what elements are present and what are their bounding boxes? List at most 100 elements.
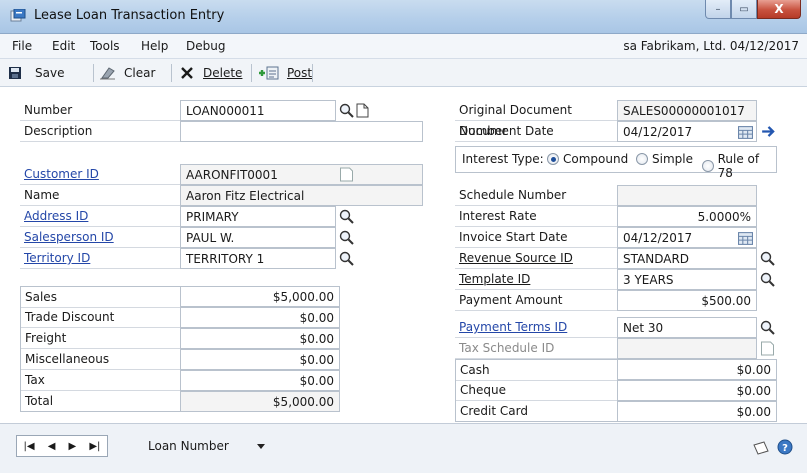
delete-button[interactable]: Delete bbox=[180, 63, 242, 83]
first-record-icon[interactable]: |◀ bbox=[24, 441, 35, 452]
window-titlebar[interactable]: Lease Loan Transaction Entry – ▭ X bbox=[0, 0, 807, 34]
help-icon[interactable]: ? bbox=[777, 439, 793, 455]
post-label: Post bbox=[287, 66, 313, 80]
cheque-field[interactable]: $0.00 bbox=[617, 380, 777, 401]
menu-edit[interactable]: Edit bbox=[52, 39, 75, 53]
total-field[interactable]: $5,000.00 bbox=[180, 391, 340, 412]
minimize-button[interactable]: – bbox=[705, 0, 731, 19]
interest-type-group: Interest Type: Compound Simple Rule of 7… bbox=[455, 146, 777, 180]
calendar-icon[interactable] bbox=[738, 231, 753, 246]
note-icon[interactable] bbox=[339, 167, 354, 182]
svg-text:?: ? bbox=[782, 443, 788, 454]
minimize-icon: – bbox=[715, 3, 721, 15]
schedule-number-label: Schedule Number bbox=[455, 185, 617, 206]
chevron-down-icon bbox=[257, 444, 265, 449]
note-icon[interactable] bbox=[760, 341, 775, 356]
tax-field[interactable]: $0.00 bbox=[180, 370, 340, 391]
freight-field[interactable]: $0.00 bbox=[180, 328, 340, 349]
description-label: Description bbox=[20, 121, 180, 142]
lookup-icon[interactable] bbox=[339, 209, 354, 224]
delete-x-icon bbox=[181, 67, 193, 79]
original-document-number-label: Original Document Number bbox=[455, 100, 617, 138]
form-content: Number LOAN000011 Description Customer I… bbox=[0, 88, 807, 423]
interest-type-label: Interest Type: bbox=[462, 152, 544, 166]
tax-label: Tax bbox=[21, 370, 180, 391]
address-id-field[interactable]: PRIMARY bbox=[180, 206, 336, 227]
trade-discount-field[interactable]: $0.00 bbox=[180, 307, 340, 328]
territory-id-field[interactable]: TERRITORY 1 bbox=[180, 248, 336, 269]
interest-compound-radio[interactable]: Compound bbox=[547, 152, 628, 166]
schedule-number-field[interactable] bbox=[617, 185, 757, 206]
new-document-icon[interactable] bbox=[355, 103, 370, 118]
close-button[interactable]: X bbox=[757, 0, 801, 19]
payment-amount-field[interactable]: $500.00 bbox=[617, 290, 757, 311]
credit-card-label: Credit Card bbox=[460, 404, 528, 418]
salesperson-id-field[interactable]: PAUL W. bbox=[180, 227, 336, 248]
tax-schedule-id-label: Tax Schedule ID bbox=[455, 338, 617, 359]
sales-label: Sales bbox=[21, 287, 180, 308]
menu-debug[interactable]: Debug bbox=[186, 39, 225, 53]
customer-id-link[interactable]: Customer ID bbox=[20, 164, 180, 185]
template-id-field[interactable]: 3 YEARS bbox=[617, 269, 757, 290]
salesperson-id-link[interactable]: Salesperson ID bbox=[20, 227, 180, 248]
clear-button[interactable]: Clear bbox=[99, 63, 155, 83]
freight-label: Freight bbox=[21, 328, 180, 349]
document-date-field[interactable]: 04/12/2017 bbox=[617, 121, 757, 142]
payment-terms-id-field[interactable]: Net 30 bbox=[617, 317, 757, 338]
payment-terms-id-link[interactable]: Payment Terms ID bbox=[455, 317, 617, 338]
payment-amount-label: Payment Amount bbox=[455, 290, 617, 311]
arrow-right-icon[interactable] bbox=[761, 124, 776, 139]
interest-rule78-radio[interactable]: Rule of 78 bbox=[702, 152, 776, 180]
sort-by-select[interactable]: Loan Number bbox=[145, 436, 271, 457]
invoice-start-date-field[interactable]: 04/12/2017 bbox=[617, 227, 757, 248]
post-button[interactable]: Post bbox=[256, 63, 312, 83]
menu-file[interactable]: File bbox=[12, 39, 32, 53]
save-label: Save bbox=[35, 66, 65, 80]
radio-selected-icon bbox=[547, 153, 559, 165]
territory-id-link[interactable]: Territory ID bbox=[20, 248, 180, 269]
revenue-source-id-field[interactable]: STANDARD bbox=[617, 248, 757, 269]
template-id-label[interactable]: Template ID bbox=[455, 269, 617, 290]
note-icon[interactable] bbox=[752, 440, 770, 456]
lookup-icon[interactable] bbox=[339, 230, 354, 245]
delete-label: Delete bbox=[203, 66, 243, 80]
name-label: Name bbox=[20, 185, 180, 206]
interest-simple-radio[interactable]: Simple bbox=[636, 152, 693, 166]
last-record-icon[interactable]: ▶| bbox=[89, 441, 100, 452]
number-field[interactable]: LOAN000011 bbox=[180, 100, 336, 121]
save-icon bbox=[9, 67, 21, 79]
menu-help[interactable]: Help bbox=[141, 39, 168, 53]
app-icon bbox=[10, 9, 26, 22]
maximize-button[interactable]: ▭ bbox=[731, 0, 757, 19]
sales-field[interactable]: $5,000.00 bbox=[180, 286, 340, 307]
revenue-source-id-label[interactable]: Revenue Source ID bbox=[455, 248, 617, 269]
eraser-icon bbox=[100, 67, 115, 80]
credit-card-field[interactable]: $0.00 bbox=[617, 401, 777, 422]
lookup-icon[interactable] bbox=[760, 320, 775, 335]
save-button[interactable]: Save bbox=[8, 63, 64, 83]
cash-field[interactable]: $0.00 bbox=[617, 359, 777, 380]
interest-rate-field[interactable]: 5.0000% bbox=[617, 206, 757, 227]
interest-rate-label: Interest Rate bbox=[455, 206, 617, 227]
tax-schedule-id-field[interactable] bbox=[617, 338, 757, 359]
post-icon bbox=[259, 66, 279, 80]
original-document-number-field[interactable]: SALES00000001017 bbox=[617, 100, 757, 121]
sort-by-value: Loan Number bbox=[148, 439, 229, 453]
menu-tools[interactable]: Tools bbox=[90, 39, 120, 53]
lookup-icon[interactable] bbox=[760, 272, 775, 287]
lookup-icon[interactable] bbox=[339, 103, 354, 118]
address-id-link[interactable]: Address ID bbox=[20, 206, 180, 227]
miscellaneous-field[interactable]: $0.00 bbox=[180, 349, 340, 370]
interest-compound-label: Compound bbox=[563, 152, 629, 166]
description-field[interactable] bbox=[180, 121, 423, 142]
document-date-label: Document Date bbox=[455, 121, 617, 142]
company-date-info[interactable]: sa Fabrikam, Ltd. 04/12/2017 bbox=[623, 39, 799, 53]
previous-record-icon[interactable]: ◀ bbox=[48, 441, 56, 452]
lookup-icon[interactable] bbox=[760, 251, 775, 266]
customer-id-field[interactable]: AARONFIT0001 bbox=[180, 164, 423, 185]
clear-label: Clear bbox=[124, 66, 156, 80]
calendar-icon[interactable] bbox=[738, 125, 753, 140]
next-record-icon[interactable]: ▶ bbox=[69, 441, 77, 452]
name-field[interactable]: Aaron Fitz Electrical bbox=[180, 185, 423, 206]
lookup-icon[interactable] bbox=[339, 251, 354, 266]
